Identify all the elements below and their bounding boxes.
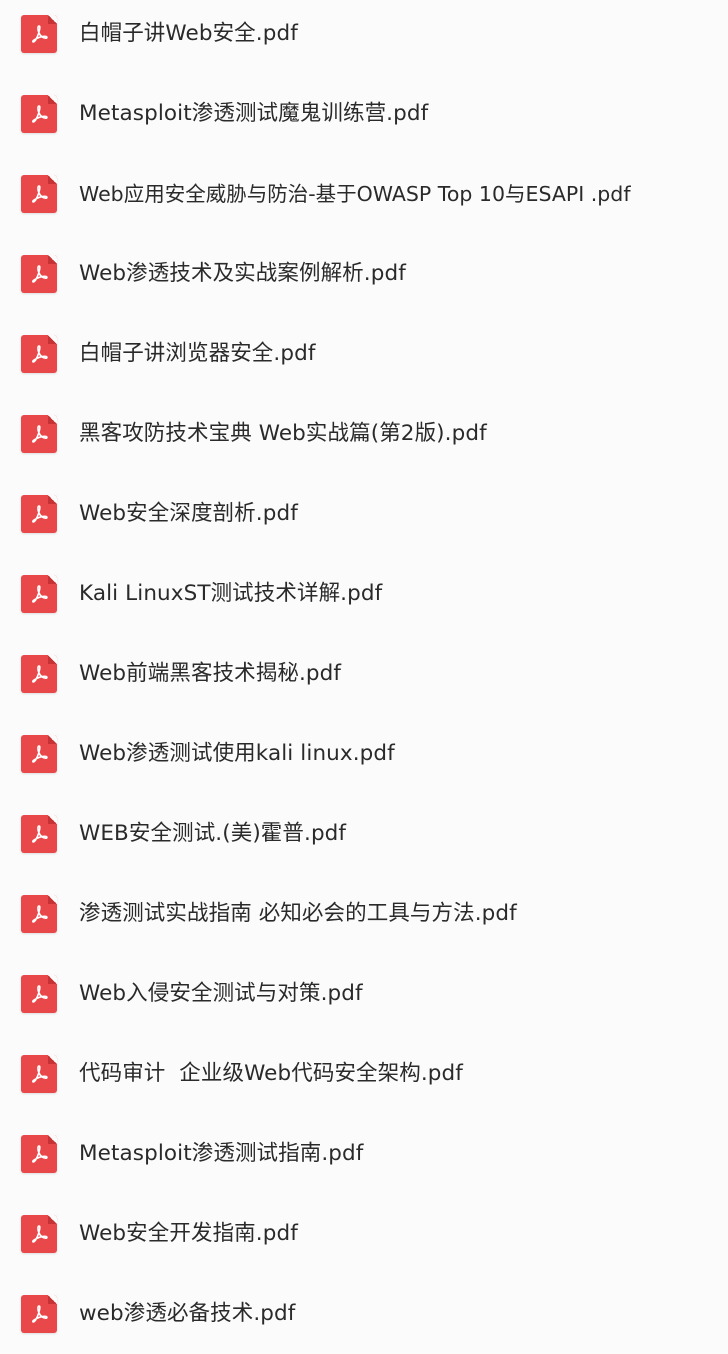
file-name: web渗透必备技术.pdf [79,1301,296,1326]
file-name: 白帽子讲浏览器安全.pdf [79,341,316,366]
file-list-item[interactable]: Web入侵安全测试与对策.pdf [0,954,728,1034]
pdf-file-icon [21,335,57,373]
pdf-file-icon [21,575,57,613]
file-list-item[interactable]: Kali LinuxST测试技术详解.pdf [0,554,728,634]
file-name: 白帽子讲Web安全.pdf [79,21,298,46]
file-list-item[interactable]: Web安全开发指南.pdf [0,1194,728,1274]
file-name: Web安全开发指南.pdf [79,1221,298,1246]
file-name: Web前端黑客技术揭秘.pdf [79,661,342,686]
file-name: Metasploit渗透测试指南.pdf [79,1141,364,1166]
pdf-file-icon [21,495,57,533]
file-name: Kali LinuxST测试技术详解.pdf [79,581,383,606]
pdf-file-icon [21,655,57,693]
file-list-item[interactable]: 白帽子讲Web安全.pdf [0,0,728,74]
file-name: Web渗透测试使用kali linux.pdf [79,741,395,766]
pdf-file-icon [21,975,57,1013]
file-list-item[interactable]: 黑客攻防技术宝典 Web实战篇(第2版).pdf [0,394,728,474]
file-name: Web入侵安全测试与对策.pdf [79,981,363,1006]
pdf-file-icon [21,15,57,53]
file-list-item[interactable]: Web渗透技术及实战案例解析.pdf [0,234,728,314]
file-name: Web渗透技术及实战案例解析.pdf [79,261,406,286]
pdf-file-icon [21,815,57,853]
file-name: WEB安全测试.(美)霍普.pdf [79,821,347,846]
file-list-item[interactable]: Web渗透测试使用kali linux.pdf [0,714,728,794]
file-name: 代码审计 企业级Web代码安全架构.pdf [79,1061,463,1086]
file-list-item[interactable]: Metasploit渗透测试魔鬼训练营.pdf [0,74,728,154]
file-name: 黑客攻防技术宝典 Web实战篇(第2版).pdf [79,421,487,446]
file-name: Web应用安全威胁与防治-基于OWASP Top 10与ESAPI .pdf [79,182,631,206]
pdf-file-icon [21,95,57,133]
file-name: Web安全深度剖析.pdf [79,501,298,526]
file-list-item[interactable]: WEB安全测试.(美)霍普.pdf [0,794,728,874]
pdf-file-icon [21,1215,57,1253]
pdf-file-icon [21,1295,57,1333]
file-list-item[interactable]: Metasploit渗透测试指南.pdf [0,1114,728,1194]
pdf-file-icon [21,735,57,773]
file-list-item[interactable]: Web前端黑客技术揭秘.pdf [0,634,728,714]
pdf-file-icon [21,1135,57,1173]
file-name: 渗透测试实战指南 必知必会的工具与方法.pdf [79,901,517,926]
pdf-file-icon [21,1055,57,1093]
file-list-item[interactable]: web渗透必备技术.pdf [0,1274,728,1354]
file-list-item[interactable]: Web安全深度剖析.pdf [0,474,728,554]
pdf-file-icon [21,895,57,933]
file-list-item[interactable]: 代码审计 企业级Web代码安全架构.pdf [0,1034,728,1114]
pdf-file-icon [21,175,57,213]
file-list-item[interactable]: 渗透测试实战指南 必知必会的工具与方法.pdf [0,874,728,954]
file-list-item[interactable]: Web应用安全威胁与防治-基于OWASP Top 10与ESAPI .pdf [0,154,728,234]
file-name: Metasploit渗透测试魔鬼训练营.pdf [79,101,429,126]
file-list-item[interactable]: 白帽子讲浏览器安全.pdf [0,314,728,394]
pdf-file-icon [21,415,57,453]
pdf-file-icon [21,255,57,293]
file-list: 白帽子讲Web安全.pdf Metasploit渗透测试魔鬼训练营.pdf We… [0,0,728,1342]
